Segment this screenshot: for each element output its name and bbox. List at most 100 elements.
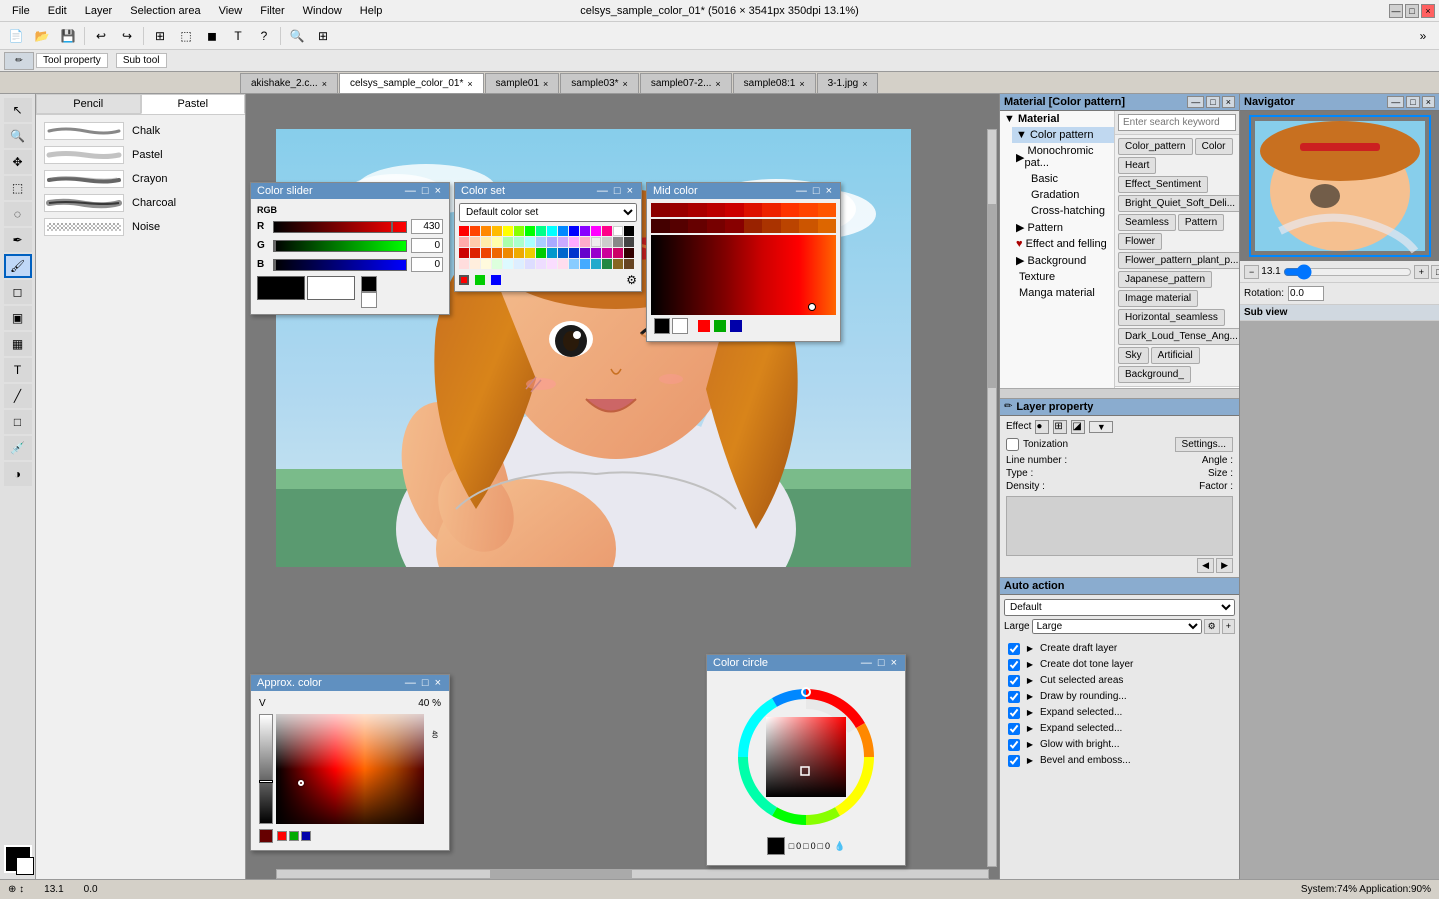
bg-swatch[interactable] bbox=[361, 292, 377, 308]
fg-swatch[interactable] bbox=[361, 276, 377, 292]
swatch[interactable] bbox=[613, 226, 623, 236]
approx-close[interactable]: × bbox=[433, 677, 443, 689]
swatch[interactable] bbox=[698, 320, 710, 332]
lp-effect-color[interactable]: ◪ bbox=[1071, 420, 1085, 434]
swatch[interactable] bbox=[624, 226, 634, 236]
nav-min[interactable]: — bbox=[1387, 96, 1404, 108]
aa-play-5[interactable]: ▶ bbox=[1024, 723, 1036, 735]
approx-v-slider[interactable] bbox=[259, 714, 273, 824]
swatch[interactable] bbox=[558, 259, 568, 269]
aa-add-btn[interactable]: + bbox=[1222, 619, 1235, 634]
tag-flower[interactable]: Flower bbox=[1118, 233, 1162, 250]
mid-swatch[interactable] bbox=[725, 203, 744, 217]
window-close-btn[interactable]: × bbox=[1421, 4, 1435, 18]
menu-help[interactable]: Help bbox=[352, 3, 391, 19]
swatch[interactable] bbox=[547, 248, 557, 258]
menu-window[interactable]: Window bbox=[295, 3, 350, 19]
tag-color-pattern[interactable]: Color_pattern bbox=[1118, 138, 1193, 155]
tab-5-close[interactable]: × bbox=[799, 79, 804, 89]
tree-pattern[interactable]: ▶ Pattern bbox=[1012, 219, 1114, 236]
r-input[interactable] bbox=[411, 219, 443, 234]
swatch[interactable] bbox=[470, 226, 480, 236]
color-slider-min[interactable]: — bbox=[403, 185, 418, 197]
tree-texture[interactable]: Texture bbox=[1012, 269, 1114, 285]
aa-play-2[interactable]: ▶ bbox=[1024, 675, 1036, 687]
aa-check-7[interactable] bbox=[1008, 755, 1020, 767]
mid-swatch[interactable] bbox=[651, 203, 670, 217]
hscroll-thumb[interactable] bbox=[490, 870, 632, 878]
aa-check-6[interactable] bbox=[1008, 739, 1020, 751]
open-btn[interactable]: 📂 bbox=[30, 25, 54, 47]
swatch[interactable] bbox=[492, 248, 502, 258]
material-close[interactable]: × bbox=[1222, 96, 1235, 108]
b-track[interactable] bbox=[273, 259, 407, 271]
lp-settings-btn[interactable]: Settings... bbox=[1175, 437, 1233, 452]
swatch[interactable] bbox=[536, 226, 546, 236]
tag-dark[interactable]: Dark_Loud_Tense_Ang... bbox=[1118, 328, 1239, 345]
mid-swatch[interactable] bbox=[688, 219, 707, 233]
swatch[interactable] bbox=[301, 831, 311, 841]
save-btn[interactable]: 💾 bbox=[56, 25, 80, 47]
mid-swatch[interactable] bbox=[688, 203, 707, 217]
mid-swatch[interactable] bbox=[799, 219, 818, 233]
swatch[interactable] bbox=[558, 248, 568, 258]
aa-settings-icon[interactable]: ⚙ bbox=[1204, 619, 1220, 634]
swatch[interactable] bbox=[481, 259, 491, 269]
foreground-color[interactable] bbox=[4, 845, 32, 873]
color-circle-min[interactable]: — bbox=[859, 657, 874, 669]
tree-color-pattern[interactable]: ▼ Color pattern bbox=[1012, 127, 1114, 143]
color-set-max[interactable]: □ bbox=[612, 185, 623, 197]
swatch[interactable] bbox=[481, 237, 491, 247]
tab-5[interactable]: sample08:1 × bbox=[733, 73, 816, 93]
tool-shape[interactable]: □ bbox=[4, 410, 32, 434]
mid-swatch[interactable] bbox=[744, 203, 763, 217]
tree-gradation[interactable]: Gradation bbox=[1024, 187, 1114, 203]
g-track[interactable] bbox=[273, 240, 407, 252]
swatch[interactable] bbox=[492, 237, 502, 247]
aa-play-6[interactable]: ▶ bbox=[1024, 739, 1036, 751]
mid-swatch[interactable] bbox=[651, 219, 670, 233]
g-input[interactable] bbox=[411, 238, 443, 253]
tree-material-root[interactable]: ▼ Material bbox=[1000, 111, 1114, 127]
tab-6-close[interactable]: × bbox=[862, 79, 867, 89]
r-track[interactable] bbox=[273, 221, 407, 233]
color-set-menu[interactable]: ⚙ bbox=[626, 273, 637, 287]
tool-fill[interactable]: ▣ bbox=[4, 306, 32, 330]
canvas-area[interactable]: Color slider — □ × RGB R bbox=[246, 94, 999, 881]
menu-edit[interactable]: Edit bbox=[40, 3, 75, 19]
aa-play-0[interactable]: ▶ bbox=[1024, 643, 1036, 655]
color-slider-max[interactable]: □ bbox=[420, 185, 431, 197]
swatch[interactable] bbox=[503, 226, 513, 236]
swatch[interactable] bbox=[569, 248, 579, 258]
tab-3[interactable]: sample03* × bbox=[560, 73, 639, 93]
color-set-close[interactable]: × bbox=[625, 185, 635, 197]
aa-play-3[interactable]: ▶ bbox=[1024, 691, 1036, 703]
tool-eyedropper[interactable]: 💉 bbox=[4, 436, 32, 460]
swatch[interactable] bbox=[470, 248, 480, 258]
menu-layer[interactable]: Layer bbox=[77, 3, 121, 19]
text-btn[interactable]: T bbox=[226, 25, 250, 47]
swatch[interactable] bbox=[624, 259, 634, 269]
tab-3-close[interactable]: × bbox=[623, 79, 628, 89]
swatch[interactable] bbox=[503, 237, 513, 247]
swatch[interactable] bbox=[569, 259, 579, 269]
lp-effect-dropdown[interactable]: ▼ bbox=[1089, 421, 1113, 433]
brush-tab-pastel[interactable]: Pastel bbox=[141, 94, 246, 114]
fill-btn[interactable]: ◼ bbox=[200, 25, 224, 47]
swatch[interactable] bbox=[613, 237, 623, 247]
mid-swatch[interactable] bbox=[799, 203, 818, 217]
aa-check-4[interactable] bbox=[1008, 707, 1020, 719]
swatch[interactable] bbox=[580, 237, 590, 247]
swatch[interactable] bbox=[277, 831, 287, 841]
swatch[interactable] bbox=[547, 226, 557, 236]
tab-2[interactable]: sample01 × bbox=[485, 73, 560, 93]
swatch[interactable] bbox=[525, 259, 535, 269]
swatch[interactable] bbox=[514, 226, 524, 236]
swatch[interactable] bbox=[514, 237, 524, 247]
swatch[interactable] bbox=[602, 259, 612, 269]
swatch[interactable] bbox=[714, 320, 726, 332]
nav-zoom-in[interactable]: + bbox=[1414, 265, 1429, 279]
swatch[interactable] bbox=[624, 237, 634, 247]
color-set-dropdown[interactable]: Default color set bbox=[459, 203, 637, 222]
mid-swatch[interactable] bbox=[670, 219, 689, 233]
